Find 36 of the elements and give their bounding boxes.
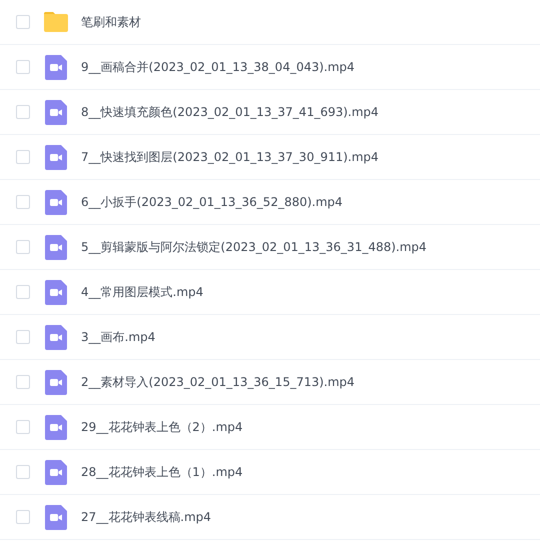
checkbox[interactable] <box>16 195 30 209</box>
file-name[interactable]: 3__画布.mp4 <box>81 328 156 346</box>
checkbox[interactable] <box>16 15 30 29</box>
file-name[interactable]: 4__常用图层模式.mp4 <box>81 284 204 300</box>
checkbox[interactable] <box>16 150 30 164</box>
file-name[interactable]: 8__快速填充颜色(2023_02_01_13_37_41_693).mp4 <box>81 104 379 120</box>
checkbox[interactable] <box>16 105 30 119</box>
checkbox[interactable] <box>16 240 30 254</box>
checkbox[interactable] <box>16 60 30 74</box>
file-name[interactable]: 6__小扳手(2023_02_01_13_36_52_880).mp4 <box>81 194 343 210</box>
file-name[interactable]: 9__画稿合并(2023_02_01_13_38_04_043).mp4 <box>81 58 355 76</box>
video-file-icon <box>45 100 67 124</box>
file-name[interactable]: 5__剪辑蒙版与阿尔法锁定(2023_02_01_13_36_31_488).mp4 <box>81 238 427 256</box>
checkbox[interactable] <box>16 285 30 299</box>
video-file-icon <box>45 54 67 80</box>
checkbox[interactable] <box>16 330 30 344</box>
checkbox[interactable] <box>16 375 30 389</box>
video-file-icon <box>45 144 67 170</box>
video-file-icon <box>45 504 67 530</box>
checkbox[interactable] <box>16 465 30 479</box>
file-name[interactable]: 2__素材导入(2023_02_01_13_36_15_713).mp4 <box>81 374 355 390</box>
video-file-icon <box>45 414 67 440</box>
video-file-icon <box>45 370 67 394</box>
video-file-icon <box>45 460 67 484</box>
file-name[interactable]: 28__花花钟表上色（1）.mp4 <box>81 464 243 480</box>
folder-icon <box>43 11 69 33</box>
video-file-icon <box>45 324 67 350</box>
file-name[interactable]: 27__花花钟表线稿.mp4 <box>81 508 212 526</box>
video-file-icon <box>45 280 67 304</box>
video-file-icon <box>45 234 67 260</box>
video-file-icon <box>45 190 67 214</box>
file-name[interactable]: 7__快速找到图层(2023_02_01_13_37_30_911).mp4 <box>81 148 379 166</box>
file-name[interactable]: 笔刷和素材 <box>81 14 141 30</box>
file-name[interactable]: 29__花花钟表上色（2）.mp4 <box>81 418 243 436</box>
checkbox[interactable] <box>16 510 30 524</box>
checkbox[interactable] <box>16 420 30 434</box>
